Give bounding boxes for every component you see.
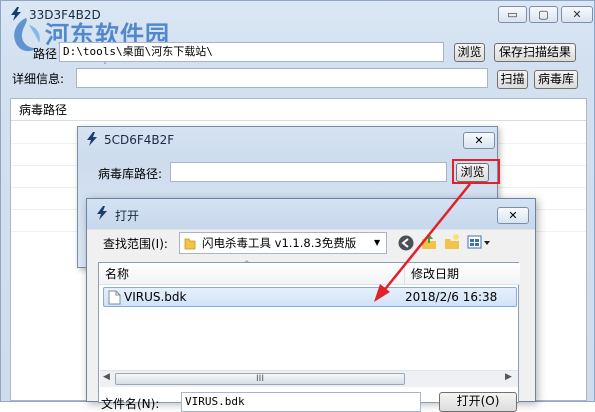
- annotation-arrow: [374, 183, 471, 302]
